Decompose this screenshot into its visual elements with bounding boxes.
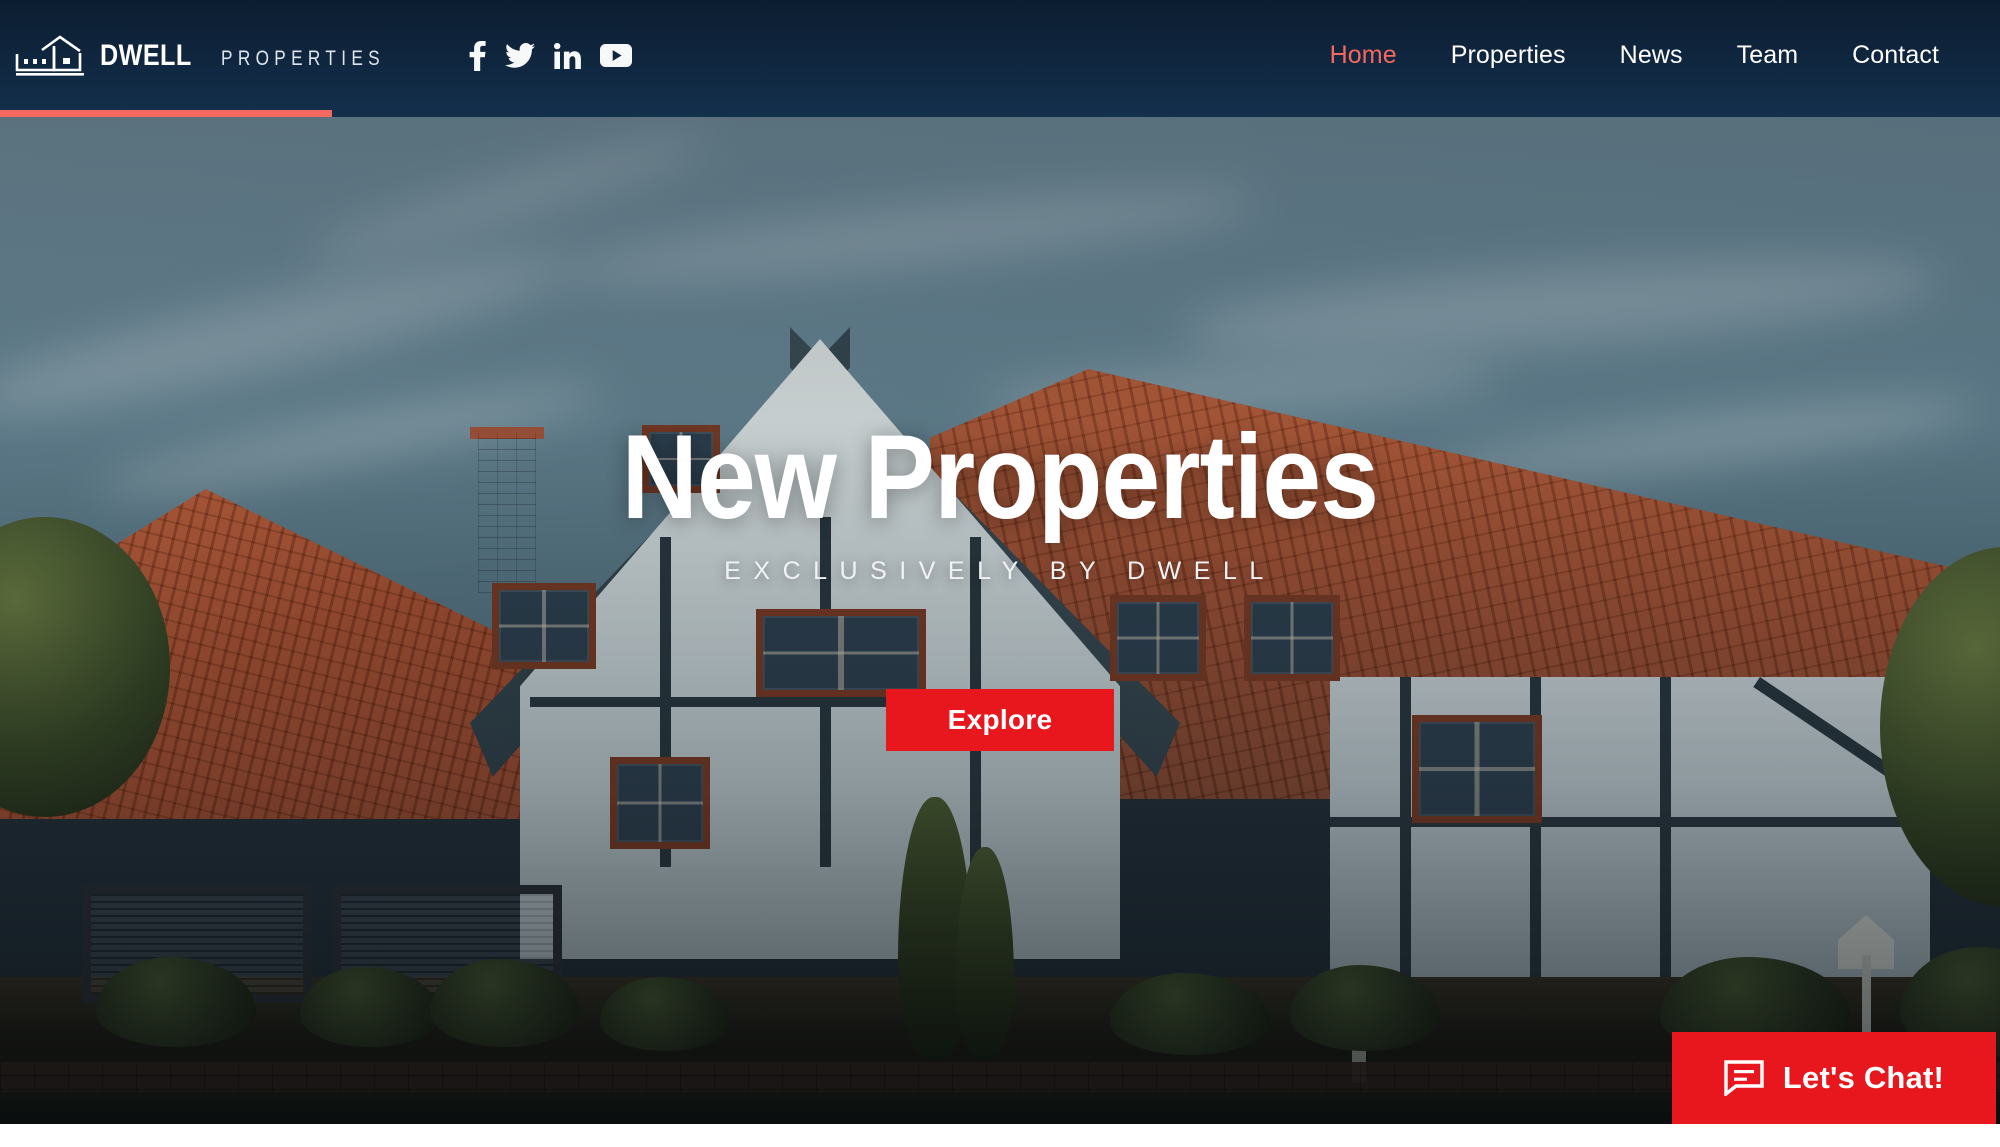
nav-item-news[interactable]: News [1593,41,1710,70]
brand-wordmark: DWELL PROPERTIES [100,39,421,73]
house-outline-icon [14,34,88,78]
facebook-icon[interactable] [469,40,486,71]
linkedin-icon[interactable] [554,42,582,69]
explore-button[interactable]: Explore [886,689,1114,751]
nav-item-properties[interactable]: Properties [1424,41,1593,70]
chat-bubble-icon [1724,1060,1764,1096]
nav-item-team[interactable]: Team [1710,41,1826,70]
brand-logo-link[interactable]: DWELL PROPERTIES [0,34,421,78]
brand-secondary-text: PROPERTIES [221,46,386,70]
youtube-icon[interactable] [600,44,633,67]
brand-primary-text: DWELL [100,38,192,72]
chat-button-label: Let's Chat! [1782,1060,1945,1095]
site-header: DWELL PROPERTIES Home Properties News Te… [0,0,2000,117]
nav-item-contact[interactable]: Contact [1825,41,1966,70]
twitter-icon[interactable] [505,42,536,69]
nav-item-home[interactable]: Home [1303,41,1424,70]
header-accent-bar [0,110,332,117]
page-body-below-hero [0,1124,2000,1147]
hero-title: New Properties [621,410,1379,544]
social-links [469,40,633,71]
hero-content: New Properties EXCLUSIVELY BY DWELL Expl… [0,117,2000,1124]
header-inner: DWELL PROPERTIES Home Properties News Te… [0,0,2000,111]
main-navigation: Home Properties News Team Contact [1303,41,2000,70]
hero-section: New Properties EXCLUSIVELY BY DWELL Expl… [0,117,2000,1124]
hero-subtitle: EXCLUSIVELY BY DWELL [724,557,1276,585]
lets-chat-button[interactable]: Let's Chat! [1672,1032,1996,1124]
